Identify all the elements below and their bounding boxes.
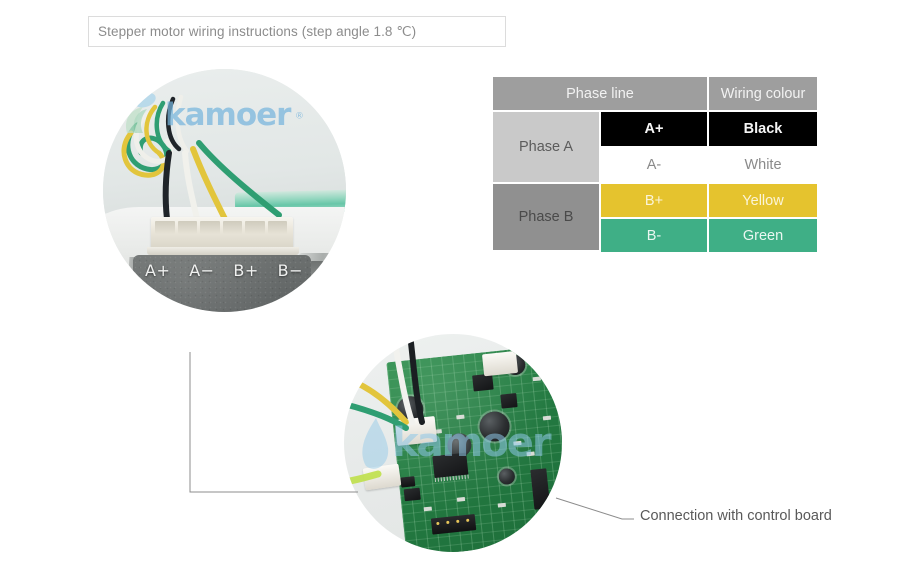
title-box: Stepper motor wiring instructions (step … bbox=[88, 16, 506, 47]
pin-label-a-plus: A+ bbox=[145, 261, 171, 280]
header-wiring-colour: Wiring colour bbox=[709, 77, 817, 112]
cell-line-a-minus: A- bbox=[601, 148, 709, 184]
table-row: Phase B B+ Yellow bbox=[493, 184, 817, 252]
kamoer-watermark-board: kamoer bbox=[362, 418, 552, 469]
group-label-phase-a: Phase A bbox=[493, 112, 601, 184]
motor-pin-labels: A+ A− B+ B− bbox=[139, 261, 309, 280]
table-row: Phase A A+ Black bbox=[493, 112, 817, 184]
connector-lip bbox=[147, 247, 299, 255]
cell-colour-green: Green bbox=[709, 219, 817, 252]
bracket-leader-line bbox=[189, 352, 358, 493]
control-board-photo: kamoer bbox=[344, 334, 562, 552]
callout-leader-line bbox=[555, 497, 634, 520]
table-header-row: Phase line Wiring colour bbox=[493, 77, 817, 112]
callout-label: Connection with control board bbox=[640, 508, 832, 524]
pin-label-b-plus: B+ bbox=[233, 261, 259, 280]
kamoer-droplet-icon bbox=[362, 418, 389, 469]
cell-line-b-minus: B- bbox=[601, 219, 709, 252]
metal-clamp-hole bbox=[309, 261, 325, 295]
cell-colour-white: White bbox=[709, 148, 817, 184]
wiring-table: Phase line Wiring colour Phase A A+ Blac… bbox=[493, 77, 817, 252]
cell-colour-black: Black bbox=[709, 112, 817, 148]
cell-line-b-plus: B+ bbox=[601, 184, 709, 219]
stepper-motor-connector-photo: A+ A− B+ B− kamoer ® bbox=[103, 69, 346, 312]
cell-colour-yellow: Yellow bbox=[709, 184, 817, 219]
cell-line-a-plus: A+ bbox=[601, 112, 709, 148]
group-label-phase-b: Phase B bbox=[493, 184, 601, 252]
header-phase-line: Phase line bbox=[493, 77, 709, 112]
page-title: Stepper motor wiring instructions (step … bbox=[98, 23, 417, 39]
connector-slots bbox=[155, 221, 287, 234]
pin-label-a-minus: A− bbox=[189, 261, 215, 280]
pin-label-b-minus: B− bbox=[277, 261, 303, 280]
wiring-instructions-page: Stepper motor wiring instructions (step … bbox=[0, 0, 920, 583]
